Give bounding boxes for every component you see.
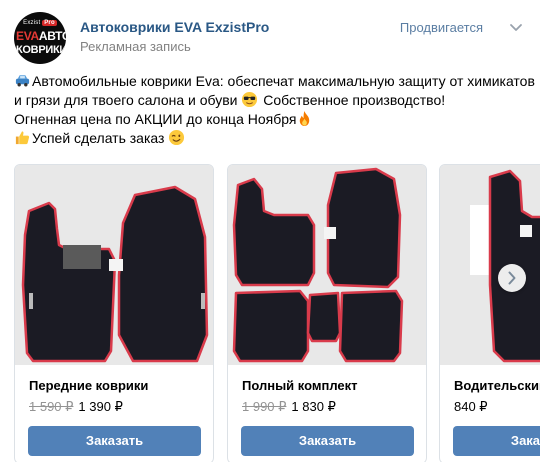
product-photo-front-mats[interactable] [15,165,213,365]
avatar-logo-line1: EVAАВТО [16,29,66,43]
order-button[interactable]: Заказать [28,426,201,456]
product-photo-full-set[interactable] [228,165,426,365]
chevron-right-icon [508,271,516,285]
product-title[interactable]: Водительский [454,378,540,393]
post-subtitle: Рекламная запись [80,39,191,54]
product-card-driver-mat[interactable]: Водительский 840 ₽ Заказать [439,164,540,462]
product-carousel[interactable]: Передние коврики 1 590 ₽ 1 390 ₽ Заказать… [0,164,540,462]
post-text-line-1: Автомобильные коврики Eva: обеспечат мак… [14,72,538,91]
carousel-next-button[interactable] [498,264,526,292]
product-prices: 840 ₽ [454,399,488,415]
product-old-price: 1 990 ₽ [242,399,287,414]
product-prices: 1 590 ₽ 1 390 ₽ [29,399,123,415]
wink-emoji-icon [169,129,185,146]
author-name-link[interactable]: Автоковрики EVA ExzistPro [80,19,269,35]
thumbs-up-emoji-icon [15,131,30,145]
fire-emoji-icon [300,110,310,127]
front-mats-image [15,165,213,365]
post-text-line-2: и грязи для твоего салона и обуви Собств… [14,91,446,108]
product-prices: 1 990 ₽ 1 830 ₽ [242,399,336,415]
product-title[interactable]: Передние коврики [29,378,148,393]
avatar-logo-top: Exzist Pro [23,20,57,26]
post-text-line-3: Огненная цена по АКЦИИ до конца Ноября [14,110,538,129]
avatar-logo-line2: КОВРИКИ [16,44,66,56]
avatar[interactable]: Exzist Pro EVAАВТО КОВРИКИ [14,12,66,64]
order-button[interactable]: Заказать [241,426,414,456]
product-title[interactable]: Полный комплект [242,378,358,393]
product-old-price: 1 590 ₽ [29,399,74,414]
full-set-mats-image [228,165,426,365]
order-button[interactable]: Заказать [453,426,540,456]
product-price: 840 ₽ [454,399,488,414]
product-price: 1 830 ₽ [291,399,336,414]
car-emoji-icon [15,75,30,87]
sunglasses-emoji-icon [242,91,258,108]
post-text: Автомобильные коврики Eva: обеспечат мак… [14,72,538,148]
chevron-down-icon[interactable] [508,19,524,35]
post-text-line-4: Успей сделать заказ [14,129,538,148]
product-card-full-set[interactable]: Полный комплект 1 990 ₽ 1 830 ₽ Заказать [227,164,427,462]
product-card-front-mats[interactable]: Передние коврики 1 590 ₽ 1 390 ₽ Заказать [14,164,214,462]
post-header: Exzist Pro EVAАВТО КОВРИКИ Автоковрики E… [0,0,540,68]
sponsored-label[interactable]: Продвигается [400,20,483,35]
product-price: 1 390 ₽ [78,399,123,414]
